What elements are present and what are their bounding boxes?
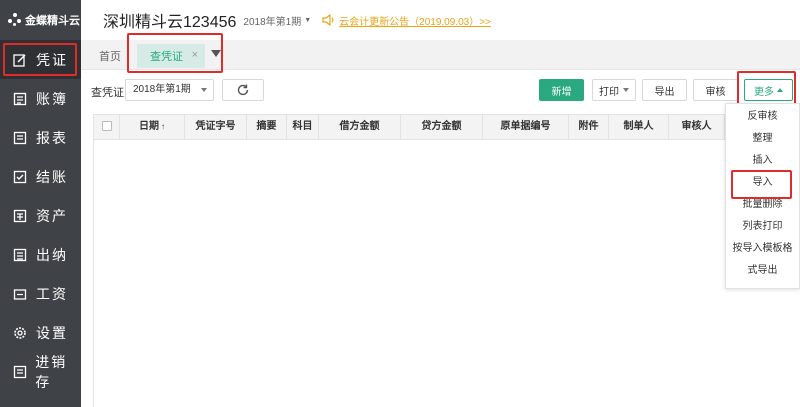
menu-item-export-template-cont[interactable]: 式导出 xyxy=(726,260,799,282)
sidebar-item-label: 资产 xyxy=(36,207,68,224)
column-source-doc: 原单据编号 xyxy=(483,115,569,139)
refresh-icon xyxy=(237,84,249,96)
update-notice-link[interactable]: 云会计更新公告（2019.09.03）>> xyxy=(339,13,491,28)
audit-button[interactable]: 审核 xyxy=(693,79,738,101)
column-label: 附件 xyxy=(578,121,599,132)
voucher-query-label: 查凭证 xyxy=(91,87,124,99)
column-label: 摘要 xyxy=(256,121,277,132)
speaker-icon xyxy=(321,13,335,27)
column-label: 凭证字号 xyxy=(195,121,236,132)
period-selector[interactable]: 2018年第1期 xyxy=(243,13,301,28)
column-creator: 制单人 xyxy=(609,115,669,139)
wallet-icon xyxy=(12,286,28,302)
sidebar: 金蝶精斗云 凭证 账簿 报表 结账 资产 出纳 工资 设置 进销存 xyxy=(0,0,81,407)
column-summary: 摘要 xyxy=(247,115,287,139)
chevron-down-icon[interactable]: ▼ xyxy=(304,17,311,24)
sidebar-item-label: 账簿 xyxy=(36,90,68,107)
voucher-table-body xyxy=(93,140,800,407)
refresh-button[interactable] xyxy=(222,79,264,101)
column-label: 原单据编号 xyxy=(500,121,551,132)
more-highlight-box xyxy=(737,71,796,107)
sidebar-item-settings[interactable]: 设置 xyxy=(0,313,81,352)
logo: 金蝶精斗云 xyxy=(0,0,81,40)
new-button-label: 新增 xyxy=(551,86,572,98)
column-credit: 贷方金额 xyxy=(401,115,483,139)
column-date-label: 日期 xyxy=(139,121,159,132)
export-button-label: 导出 xyxy=(654,86,675,98)
sidebar-item-assets[interactable]: 资产 xyxy=(0,196,81,235)
menu-item-insert[interactable]: 插入 xyxy=(726,150,799,172)
sidebar-item-payroll[interactable]: 工资 xyxy=(0,274,81,313)
sidebar-item-label: 结账 xyxy=(36,168,68,185)
select-all-checkbox[interactable] xyxy=(94,115,120,139)
column-attachment: 附件 xyxy=(569,115,609,139)
voucher-table-header: 日期 ↑ 凭证字号 摘要 科目 借方金额 贷方金额 原单据编号 附件 制单人 审核… xyxy=(93,114,800,140)
tab-highlight-box xyxy=(127,33,223,73)
period-select-value: 2018年第1期 xyxy=(133,84,191,95)
company-name: 深圳精斗云123456 xyxy=(103,14,237,31)
cashier-icon xyxy=(12,247,28,263)
print-button-label: 打印 xyxy=(599,86,619,98)
sidebar-item-label: 进销存 xyxy=(35,353,68,390)
sidebar-item-reports[interactable]: 报表 xyxy=(0,118,81,157)
column-auditor: 审核人 xyxy=(669,115,725,139)
column-label: 制单人 xyxy=(623,121,654,132)
column-debit: 借方金额 xyxy=(319,115,401,139)
column-date[interactable]: 日期 ↑ xyxy=(120,115,185,139)
period-select[interactable]: 2018年第1期 xyxy=(125,79,214,101)
logo-icon xyxy=(8,13,22,27)
print-button[interactable]: 打印 xyxy=(592,79,636,101)
sort-arrow-icon: ↑ xyxy=(161,122,165,131)
edit-icon xyxy=(12,52,28,68)
sidebar-item-inventory[interactable]: 进销存 xyxy=(0,352,81,391)
report-icon xyxy=(12,130,28,146)
menu-item-export-template[interactable]: 按导入模板格 xyxy=(726,238,799,260)
sidebar-item-label: 工资 xyxy=(36,285,68,302)
chevron-down-icon xyxy=(623,88,629,92)
checkbox-icon xyxy=(12,169,28,185)
menu-item-organize[interactable]: 整理 xyxy=(726,128,799,150)
sidebar-item-cashier[interactable]: 出纳 xyxy=(0,235,81,274)
column-label: 借方金额 xyxy=(339,121,380,132)
tab-home[interactable]: 首页 xyxy=(99,48,121,64)
column-label: 贷方金额 xyxy=(421,121,462,132)
new-button[interactable]: 新增 xyxy=(539,79,584,101)
gear-icon xyxy=(12,325,28,341)
import-highlight-box xyxy=(731,170,792,199)
menu-item-unaudit[interactable]: 反审核 xyxy=(726,106,799,128)
sidebar-item-label: 设置 xyxy=(36,324,68,341)
sidebar-item-closing[interactable]: 结账 xyxy=(0,157,81,196)
column-label: 科目 xyxy=(292,121,313,132)
export-button[interactable]: 导出 xyxy=(642,79,687,101)
sidebar-item-label: 出纳 xyxy=(36,246,68,263)
sidebar-item-voucher[interactable]: 凭证 xyxy=(0,40,81,79)
audit-button-label: 审核 xyxy=(705,86,726,98)
column-account: 科目 xyxy=(287,115,319,139)
logo-text: 金蝶精斗云 xyxy=(25,15,80,27)
book-icon xyxy=(12,91,28,107)
column-voucher-no: 凭证字号 xyxy=(185,115,247,139)
inventory-icon xyxy=(12,364,27,380)
sidebar-item-label: 凭证 xyxy=(36,51,68,68)
column-label: 审核人 xyxy=(681,121,712,132)
tab-bar: 首页 查凭证 × xyxy=(81,33,800,73)
chevron-down-icon xyxy=(201,88,207,92)
sidebar-item-label: 报表 xyxy=(36,129,68,146)
asset-icon xyxy=(12,208,28,224)
sidebar-item-books[interactable]: 账簿 xyxy=(0,79,81,118)
menu-item-list-print[interactable]: 列表打印 xyxy=(726,216,799,238)
